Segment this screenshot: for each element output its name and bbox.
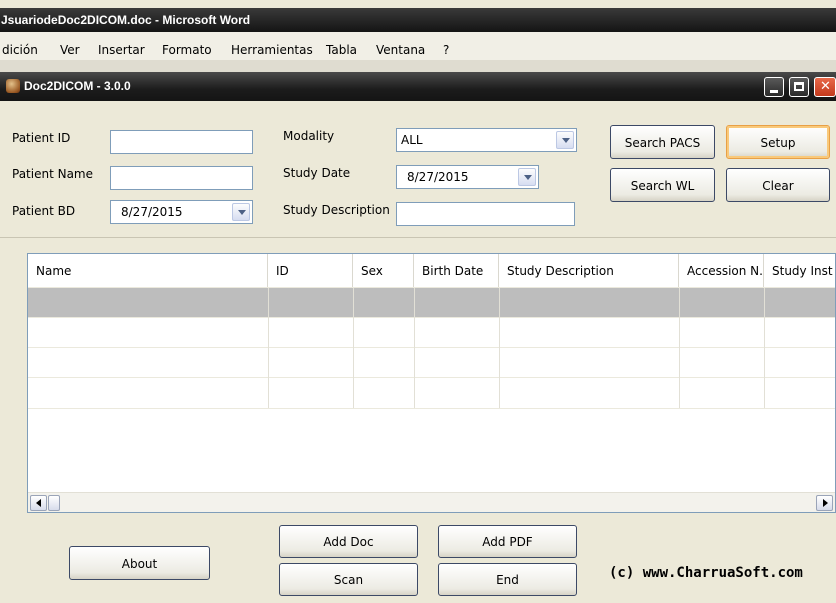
patient-bd-label: Patient BD <box>12 204 76 218</box>
column-header-sex[interactable]: Sex <box>353 254 414 288</box>
scroll-left-icon[interactable] <box>30 495 47 511</box>
add-pdf-button[interactable]: Add PDF <box>438 525 577 558</box>
scroll-right-icon[interactable] <box>816 495 833 511</box>
column-header-study-description[interactable]: Study Description <box>499 254 679 288</box>
end-button[interactable]: End <box>438 563 577 596</box>
table-row[interactable] <box>28 287 835 318</box>
divider <box>0 237 836 238</box>
setup-button[interactable]: Setup <box>726 125 830 159</box>
column-header-accession[interactable]: Accession N. <box>679 254 764 288</box>
word-menu-table[interactable]: Tabla <box>326 43 357 57</box>
column-header-id[interactable]: ID <box>268 254 353 288</box>
chevron-down-icon[interactable] <box>556 131 574 149</box>
horizontal-scrollbar[interactable] <box>28 492 835 512</box>
word-toolbar-strip <box>0 60 836 72</box>
scan-button[interactable]: Scan <box>279 563 418 596</box>
patient-name-label: Patient Name <box>12 167 93 181</box>
word-title-text: JsuariodeDoc2DICOM.doc - Microsoft Word <box>1 13 251 27</box>
word-menu-help[interactable]: ? <box>443 43 449 57</box>
word-menu-edit[interactable]: dición <box>2 43 38 57</box>
study-date-label: Study Date <box>283 166 351 180</box>
column-header-birth-date[interactable]: Birth Date <box>414 254 499 288</box>
patient-id-input[interactable] <box>110 130 253 154</box>
patient-name-input[interactable] <box>110 166 253 190</box>
clear-button[interactable]: Clear <box>726 168 830 202</box>
search-wl-button[interactable]: Search WL <box>610 168 715 202</box>
word-menu-view[interactable]: Ver <box>60 43 80 57</box>
app-logo-icon <box>6 79 20 93</box>
search-pacs-button[interactable]: Search PACS <box>610 125 715 159</box>
close-icon[interactable] <box>814 77 836 97</box>
minimize-icon[interactable] <box>764 77 784 97</box>
study-date-value: 8/27/2015 <box>407 170 469 184</box>
word-menu-insert[interactable]: Insertar <box>98 43 145 57</box>
chevron-down-icon[interactable] <box>232 203 250 221</box>
modality-label: Modality <box>283 129 335 143</box>
study-date-datepicker[interactable]: 8/27/2015 <box>396 165 539 189</box>
study-description-input[interactable] <box>396 202 575 226</box>
column-divider <box>268 288 269 408</box>
patient-bd-value: 8/27/2015 <box>121 205 183 219</box>
word-menu-format[interactable]: Formato <box>162 43 212 57</box>
maximize-icon[interactable] <box>789 77 809 97</box>
copyright-text: (c) www.CharruaSoft.com <box>609 565 803 581</box>
column-header-name[interactable]: Name <box>28 254 268 288</box>
column-divider <box>414 288 415 408</box>
table-row[interactable] <box>28 377 835 409</box>
table-row[interactable] <box>28 317 835 348</box>
patient-bd-datepicker[interactable]: 8/27/2015 <box>110 200 253 224</box>
word-menu-window[interactable]: Ventana <box>376 43 425 57</box>
app-titlebar[interactable]: Doc2DICOM - 3.0.0 <box>0 72 836 101</box>
column-header-study-inst[interactable]: Study Inst <box>764 254 835 288</box>
add-doc-button[interactable]: Add Doc <box>279 525 418 558</box>
column-divider <box>764 288 765 408</box>
chevron-down-icon[interactable] <box>518 168 536 186</box>
study-description-label: Study Description <box>283 203 390 217</box>
patient-id-label: Patient ID <box>12 131 71 145</box>
app-title-text: Doc2DICOM - 3.0.0 <box>24 79 131 93</box>
modality-value: ALL <box>401 133 423 147</box>
modality-select[interactable]: ALL <box>396 128 577 152</box>
table-row[interactable] <box>28 347 835 378</box>
column-divider <box>679 288 680 408</box>
word-titlebar: JsuariodeDoc2DICOM.doc - Microsoft Word <box>0 8 836 32</box>
column-divider <box>499 288 500 408</box>
word-menu-tools[interactable]: Herramientas <box>231 43 313 57</box>
column-divider <box>353 288 354 408</box>
scroll-thumb[interactable] <box>48 495 60 511</box>
about-button[interactable]: About <box>69 546 210 580</box>
results-grid[interactable]: Name ID Sex Birth Date Study Description… <box>27 253 836 513</box>
